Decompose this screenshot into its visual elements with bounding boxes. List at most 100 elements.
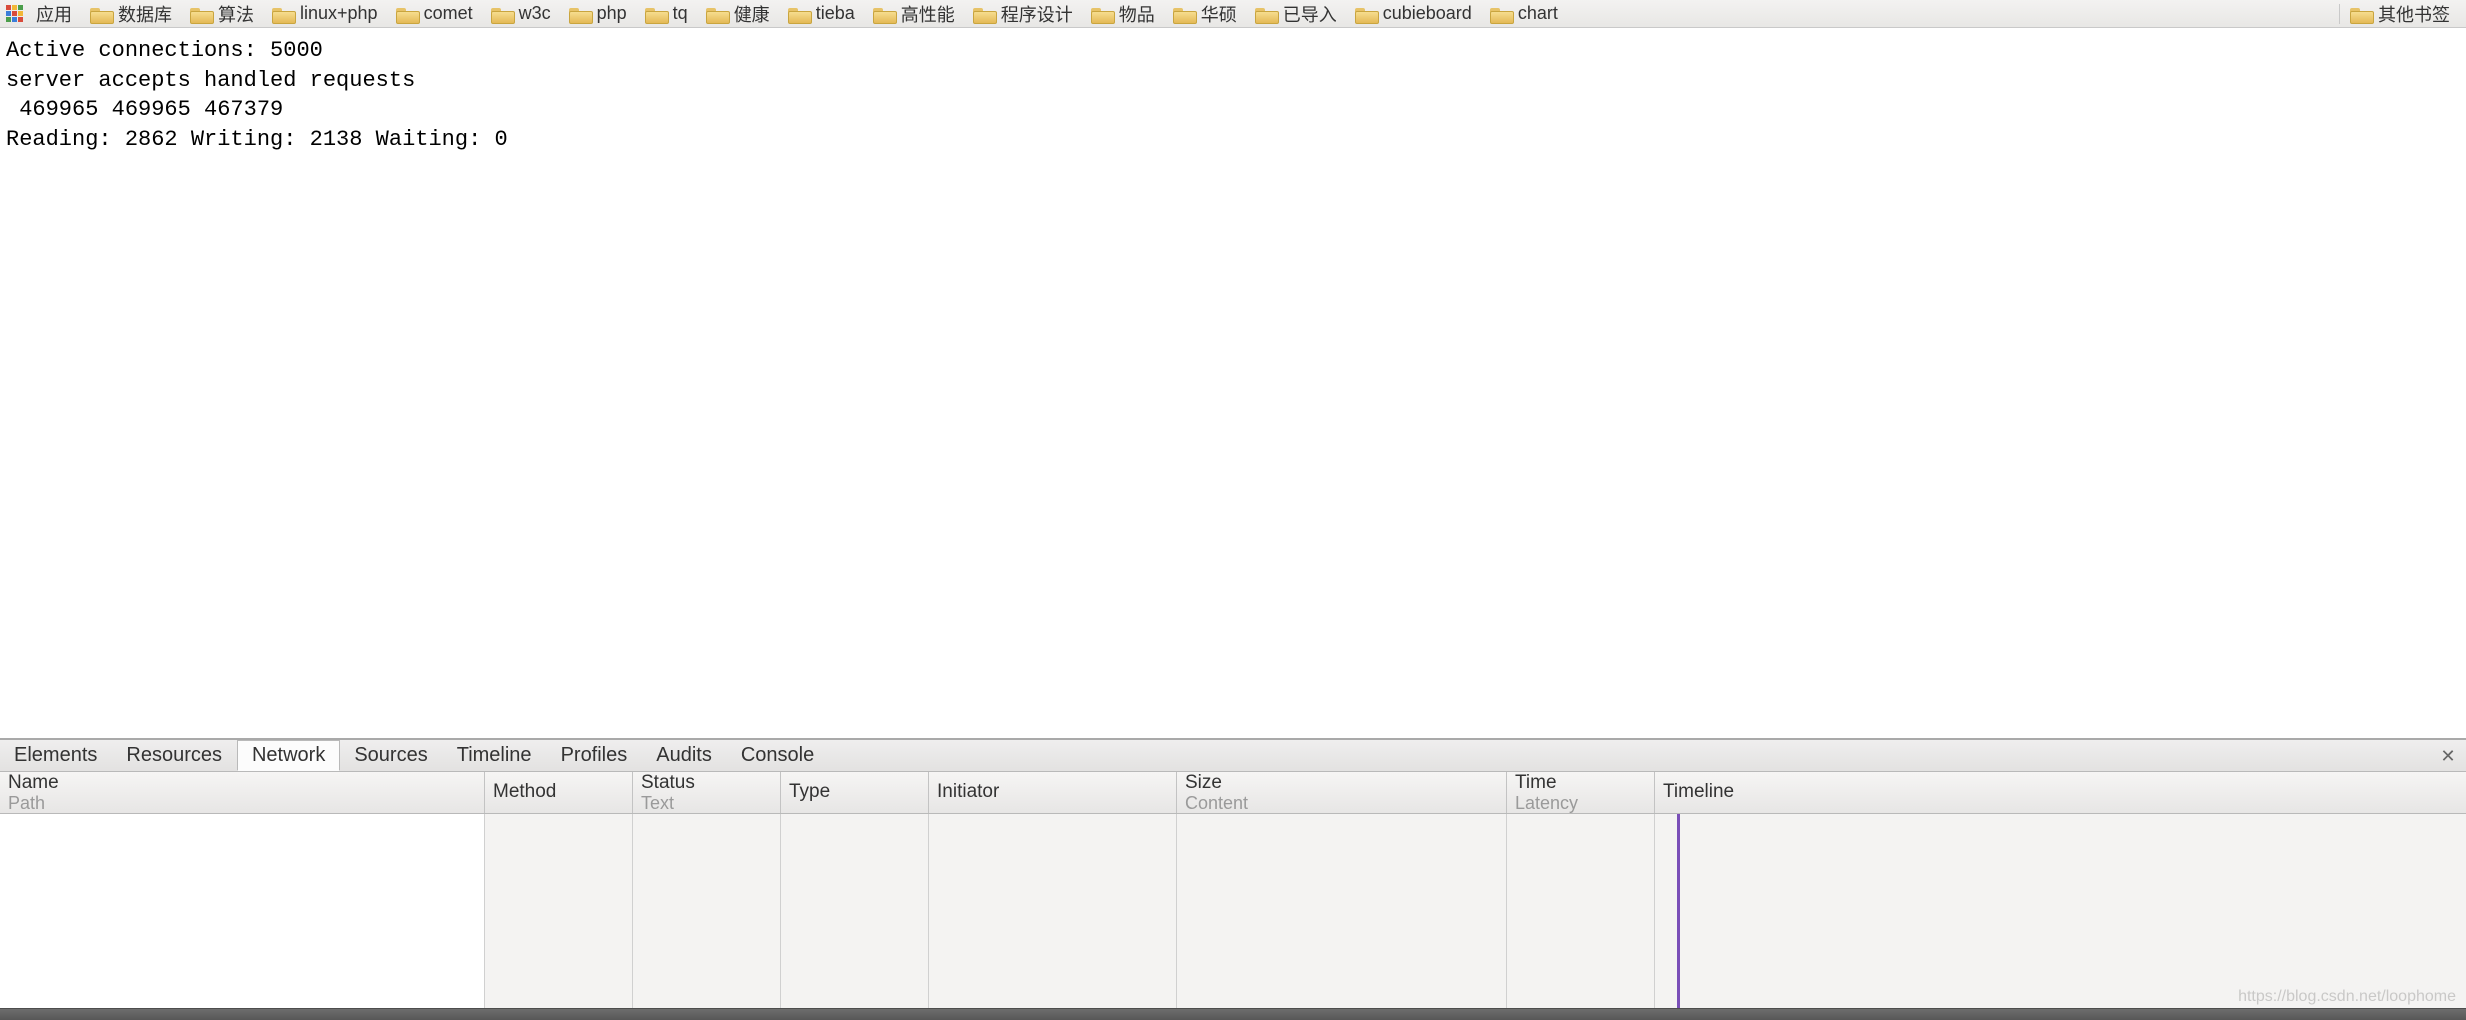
body-col-type [781, 814, 929, 1008]
tab-profiles[interactable]: Profiles [547, 740, 643, 771]
col-label: Time [1515, 773, 1646, 794]
col-sublabel: Text [641, 794, 772, 812]
body-col-name [0, 814, 485, 1008]
bookmark-folder[interactable]: 程序设计 [967, 0, 1085, 27]
folder-icon [396, 6, 418, 22]
bookmark-label: w3c [519, 3, 551, 24]
network-columns-header: Name Path Method Status Text Type Initia… [0, 772, 2466, 814]
bookmark-label: 健康 [734, 1, 770, 27]
col-status[interactable]: Status Text [633, 772, 781, 813]
bookmark-folder[interactable]: comet [390, 0, 485, 27]
body-col-size [1177, 814, 1507, 1008]
bookmark-folder[interactable]: 健康 [700, 0, 782, 27]
devtools-tabs: Elements Resources Network Sources Timel… [0, 740, 2466, 772]
bookmark-label: 数据库 [118, 1, 172, 27]
bookmark-label: 其他书签 [2378, 1, 2450, 27]
body-col-initiator [929, 814, 1177, 1008]
folder-icon [645, 6, 667, 22]
body-col-method [485, 814, 633, 1008]
close-icon[interactable]: ✕ [2438, 746, 2458, 766]
folder-icon [973, 6, 995, 22]
bookmark-folder[interactable]: php [563, 0, 639, 27]
watermark: https://blog.csdn.net/loophome [2238, 988, 2456, 1006]
tab-console[interactable]: Console [727, 740, 829, 771]
status-line: Active connections: 5000 [6, 38, 323, 63]
col-name[interactable]: Name Path [0, 772, 485, 813]
bookmark-folder[interactable]: 高性能 [867, 0, 967, 27]
bookmarks-bar: 应用 数据库 算法 linux+php comet w3c php tq 健康 … [0, 0, 2466, 28]
bookmark-other[interactable]: 其他书签 [2344, 0, 2462, 27]
bookmark-label: 高性能 [901, 1, 955, 27]
folder-icon [272, 6, 294, 22]
folder-icon [1091, 6, 1113, 22]
folder-icon [1355, 6, 1377, 22]
tab-elements[interactable]: Elements [0, 740, 112, 771]
folder-icon [2350, 6, 2372, 22]
col-type[interactable]: Type [781, 772, 929, 813]
bookmark-label: 程序设计 [1001, 1, 1073, 27]
apps-icon[interactable] [6, 5, 24, 23]
bookmark-folder[interactable]: linux+php [266, 0, 390, 27]
body-col-time [1507, 814, 1655, 1008]
col-label: Status [641, 773, 772, 794]
bookmark-label: tieba [816, 3, 855, 24]
folder-icon [706, 6, 728, 22]
tab-sources[interactable]: Sources [340, 740, 442, 771]
bookmark-folder[interactable]: tieba [782, 0, 867, 27]
bookmark-folder[interactable]: 已导入 [1249, 0, 1349, 27]
bookmark-label: php [597, 3, 627, 24]
bookmark-label: 华硕 [1201, 1, 1237, 27]
devtools-panel: Elements Resources Network Sources Timel… [0, 738, 2466, 1020]
folder-icon [190, 6, 212, 22]
col-initiator[interactable]: Initiator [929, 772, 1177, 813]
network-body [0, 814, 2466, 1008]
col-sublabel: Latency [1515, 794, 1646, 812]
tab-network[interactable]: Network [237, 740, 340, 771]
bookmark-label: comet [424, 3, 473, 24]
timeline-marker [1677, 814, 1680, 1008]
bookmark-label: 已导入 [1283, 1, 1337, 27]
folder-icon [90, 6, 112, 22]
body-col-timeline [1655, 814, 2466, 1008]
col-label: Type [789, 782, 920, 803]
tab-timeline[interactable]: Timeline [443, 740, 547, 771]
bookmark-label: cubieboard [1383, 3, 1472, 24]
bookmark-folder[interactable]: 华硕 [1167, 0, 1249, 27]
col-sublabel: Path [8, 794, 476, 812]
folder-icon [1490, 6, 1512, 22]
col-timeline[interactable]: Timeline [1655, 772, 2466, 813]
col-label: Timeline [1663, 782, 2458, 803]
folder-icon [569, 6, 591, 22]
folder-icon [1255, 6, 1277, 22]
bookmark-apps[interactable]: 应用 [30, 0, 84, 27]
bookmark-label: linux+php [300, 3, 378, 24]
bookmark-label: 算法 [218, 1, 254, 27]
status-line: Reading: 2862 Writing: 2138 Waiting: 0 [6, 127, 508, 152]
col-method[interactable]: Method [485, 772, 633, 813]
page-body: Active connections: 5000 server accepts … [0, 28, 2466, 728]
tab-audits[interactable]: Audits [642, 740, 727, 771]
status-line: 469965 469965 467379 [6, 97, 283, 122]
bookmark-folder[interactable]: 数据库 [84, 0, 184, 27]
bookmark-label: 物品 [1119, 1, 1155, 27]
col-size[interactable]: Size Content [1177, 772, 1507, 813]
bookmark-folder[interactable]: chart [1484, 0, 1570, 27]
folder-icon [788, 6, 810, 22]
folder-icon [873, 6, 895, 22]
col-time[interactable]: Time Latency [1507, 772, 1655, 813]
devtools-statusbar [0, 1008, 2466, 1020]
divider [2339, 4, 2340, 24]
bookmark-folder[interactable]: tq [639, 0, 700, 27]
bookmark-folder[interactable]: cubieboard [1349, 0, 1484, 27]
bookmark-label: chart [1518, 3, 1558, 24]
bookmark-folder[interactable]: 物品 [1085, 0, 1167, 27]
col-label: Method [493, 782, 624, 803]
bookmark-folder[interactable]: w3c [485, 0, 563, 27]
folder-icon [1173, 6, 1195, 22]
body-col-status [633, 814, 781, 1008]
col-sublabel: Content [1185, 794, 1498, 812]
bookmark-folder[interactable]: 算法 [184, 0, 266, 27]
folder-icon [491, 6, 513, 22]
status-line: server accepts handled requests [6, 68, 415, 93]
tab-resources[interactable]: Resources [112, 740, 237, 771]
